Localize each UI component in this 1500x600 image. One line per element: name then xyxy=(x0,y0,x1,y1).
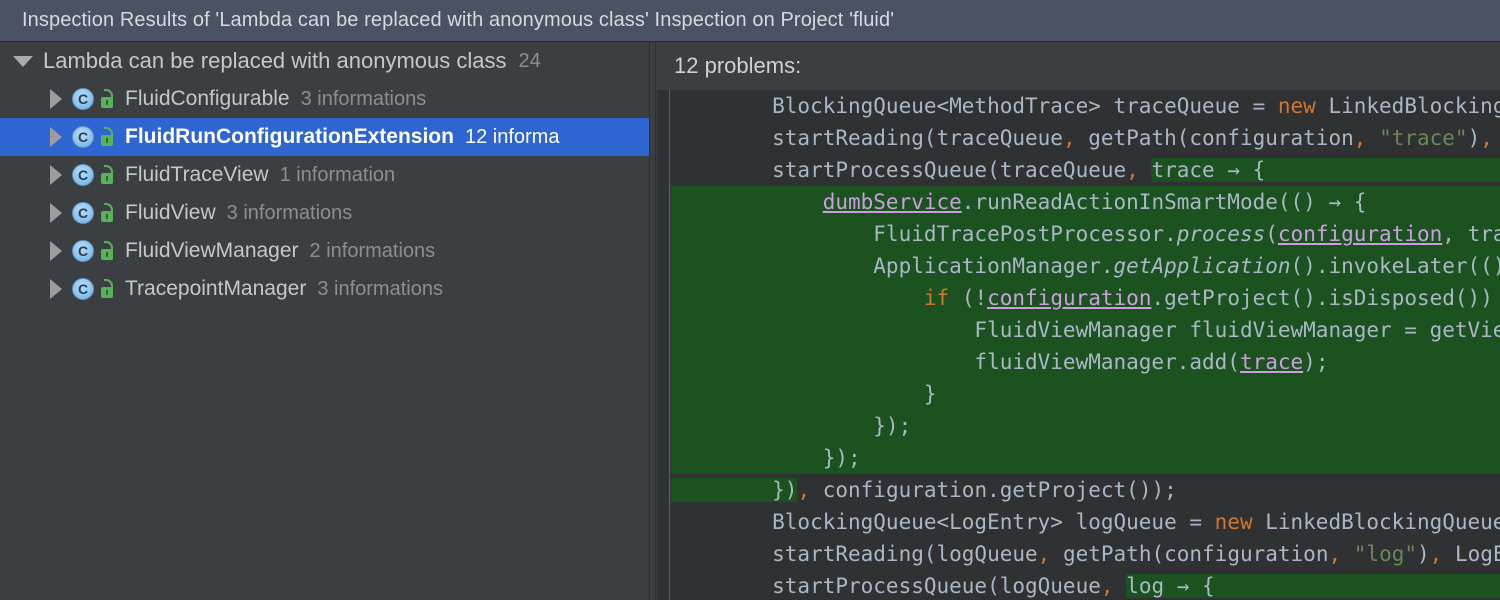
tree-item-count: 3 informations xyxy=(226,201,353,224)
code-line: dumbService.runReadActionInSmartMode(() … xyxy=(671,186,1500,218)
unlocked-icon xyxy=(98,89,116,109)
tree-item-label: FluidViewManager xyxy=(125,239,299,262)
problems-count-header: 12 problems: xyxy=(657,42,1500,90)
code-line: }); xyxy=(671,410,1500,442)
split-pane-divider[interactable] xyxy=(649,42,656,600)
unlocked-icon xyxy=(98,203,116,223)
tree-item-fluidconfigurable[interactable]: C FluidConfigurable 3 informations xyxy=(0,80,649,118)
triangle-down-icon[interactable] xyxy=(13,55,33,67)
tree-item-count: 2 informations xyxy=(309,239,436,262)
triangle-right-icon[interactable] xyxy=(50,89,62,109)
class-icon: C xyxy=(72,164,94,186)
tree-item-fluidrunconfigurationextension[interactable]: C FluidRunConfigurationExtension 12 info… xyxy=(0,118,649,156)
tree-root-label: Lambda can be replaced with anonymous cl… xyxy=(43,48,507,73)
tree-item-label: FluidTraceView xyxy=(125,163,269,186)
code-preview-area[interactable]: BlockingQueue<MethodTrace> traceQueue = … xyxy=(657,90,1500,600)
unlocked-icon xyxy=(98,127,116,147)
code-line: FluidViewManager fluidViewManager = getV… xyxy=(671,314,1500,346)
triangle-right-icon[interactable] xyxy=(50,241,62,261)
tree-item-fluidtraceview[interactable]: C FluidTraceView 1 information xyxy=(0,156,649,194)
window-title: Inspection Results of 'Lambda can be rep… xyxy=(22,9,895,31)
code-line: startReading(traceQueue, getPath(configu… xyxy=(671,126,1493,150)
class-icon: C xyxy=(72,240,94,262)
tree-item-fluidview[interactable]: C FluidView 3 informations xyxy=(0,194,649,232)
unlocked-icon xyxy=(98,165,116,185)
tree-item-count: 3 informations xyxy=(317,277,443,300)
tree-item-count: 1 information xyxy=(279,163,396,186)
tree-item-label: FluidView xyxy=(125,201,216,224)
inspection-results-window: Inspection Results of 'Lambda can be rep… xyxy=(0,0,1500,600)
tree-item-count: 3 informations xyxy=(300,87,427,110)
tree-root-count: 24 xyxy=(518,49,541,72)
inspection-tree-panel[interactable]: Lambda can be replaced with anonymous cl… xyxy=(0,42,649,600)
class-icon: C xyxy=(72,88,94,110)
code-line: startProcessQueue(logQueue, log → { xyxy=(671,570,1500,600)
code-line: BlockingQueue<LogEntry> logQueue = new L… xyxy=(671,510,1500,534)
editor-gutter xyxy=(657,90,670,600)
code-line: startReading(logQueue, getPath(configura… xyxy=(671,542,1500,566)
class-icon: C xyxy=(72,278,94,300)
code-line: }), configuration.getProject()); xyxy=(671,478,1177,502)
triangle-right-icon[interactable] xyxy=(50,165,62,185)
triangle-right-icon[interactable] xyxy=(50,203,62,223)
tree-item-label: TracepointManager xyxy=(125,277,307,300)
unlocked-icon xyxy=(98,241,116,261)
tree-root-row[interactable]: Lambda can be replaced with anonymous cl… xyxy=(0,42,649,80)
problem-preview-panel: 12 problems: BlockingQueue<MethodTrace> … xyxy=(657,42,1500,600)
tree-item-label: FluidConfigurable xyxy=(125,87,290,110)
tree-item-label: FluidRunConfigurationExtension xyxy=(125,125,454,148)
code-lines: BlockingQueue<MethodTrace> traceQueue = … xyxy=(671,90,1500,600)
triangle-right-icon[interactable] xyxy=(50,279,62,299)
code-line: BlockingQueue<MethodTrace> traceQueue = … xyxy=(671,94,1500,118)
tree-item-tracepointmanager[interactable]: C TracepointManager 3 informations xyxy=(0,270,649,308)
triangle-right-icon[interactable] xyxy=(50,127,62,147)
window-title-bar: Inspection Results of 'Lambda can be rep… xyxy=(0,0,1500,42)
code-line: startProcessQueue(traceQueue, trace → { xyxy=(671,154,1500,186)
class-icon: C xyxy=(72,202,94,224)
tree-item-count: 12 informa xyxy=(464,125,560,148)
code-line: fluidViewManager.add(trace); xyxy=(671,346,1500,378)
code-line: if (!configuration.getProject().isDispos… xyxy=(671,282,1500,314)
code-line: ApplicationManager.getApplication().invo… xyxy=(671,250,1500,282)
code-line: }); xyxy=(671,442,1500,474)
code-line: FluidTracePostProcessor.process(configur… xyxy=(671,218,1500,250)
unlocked-icon xyxy=(98,279,116,299)
class-icon: C xyxy=(72,126,94,148)
tree-item-fluidviewmanager[interactable]: C FluidViewManager 2 informations xyxy=(0,232,649,270)
code-line: } xyxy=(671,378,1500,410)
